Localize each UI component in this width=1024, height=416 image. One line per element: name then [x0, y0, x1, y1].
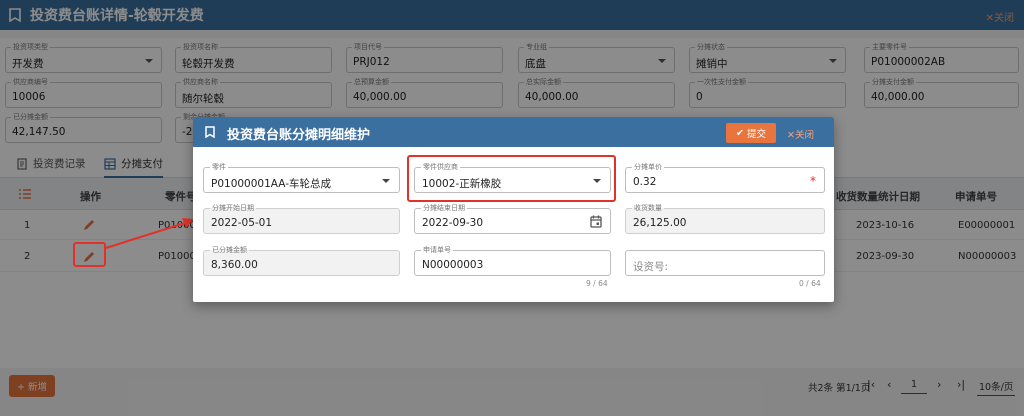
required-marker: *: [810, 174, 816, 188]
field-value: 8,360.00: [211, 259, 258, 271]
field-label: 收货数量: [632, 204, 664, 212]
field-label: 已分摊金额: [210, 246, 249, 254]
submit-label: 提交: [746, 129, 766, 140]
field-value: 2022-05-01: [211, 217, 273, 229]
investment-number-char-count: 0 / 64: [799, 279, 821, 288]
supplier-highlight-box: [407, 155, 616, 202]
apply-number-char-count: 9 / 64: [586, 279, 608, 288]
dialog-close-label: 关闭: [794, 130, 814, 141]
field-value: 26,125.00: [633, 217, 687, 229]
field-placeholder: 设资号:: [633, 261, 669, 273]
apply-number-input[interactable]: 申请单号 N00000003: [414, 246, 611, 276]
field-label: 申请单号: [421, 246, 453, 254]
field-value: P01000001AA-车轮总成: [211, 178, 331, 190]
dialog-close-button[interactable]: ✕关闭: [787, 127, 814, 141]
unit-price-input[interactable]: 分摊单价 0.32 *: [625, 163, 825, 193]
amortization-detail-dialog: 投资费台账分摊明细维护 ✔ 提交 ✕关闭 零件 P01000001AA-车轮总成…: [193, 117, 834, 302]
field-label: 零件: [210, 163, 228, 171]
edit-highlight-box: [73, 242, 106, 267]
calendar-icon[interactable]: [590, 215, 602, 228]
end-date-input[interactable]: 分摊结束日期 2022-09-30: [414, 204, 611, 234]
submit-button[interactable]: ✔ 提交: [726, 123, 776, 143]
dialog-header: 投资费台账分摊明细维护 ✔ 提交 ✕关闭: [193, 117, 834, 147]
part-select[interactable]: 零件 P01000001AA-车轮总成: [203, 163, 400, 193]
bookmark-icon: [205, 126, 215, 138]
shared-amount-field: 已分摊金额 8,360.00: [203, 246, 400, 276]
dialog-title: 投资费台账分摊明细维护: [227, 128, 371, 143]
start-date-field: 分摊开始日期 2022-05-01: [203, 204, 400, 234]
field-label: 分摊结束日期: [421, 204, 467, 212]
field-value: 2022-09-30: [422, 217, 484, 229]
field-label: 分摊开始日期: [210, 204, 256, 212]
field-value: N00000003: [422, 259, 484, 271]
field-label: 分摊单价: [632, 163, 664, 171]
investment-number-input[interactable]: 设资号:: [625, 250, 825, 276]
field-value: 0.32: [633, 176, 657, 188]
received-quantity-field: 收货数量 26,125.00: [625, 204, 825, 234]
chevron-down-icon: [382, 179, 390, 183]
check-icon: ✔: [736, 127, 744, 139]
